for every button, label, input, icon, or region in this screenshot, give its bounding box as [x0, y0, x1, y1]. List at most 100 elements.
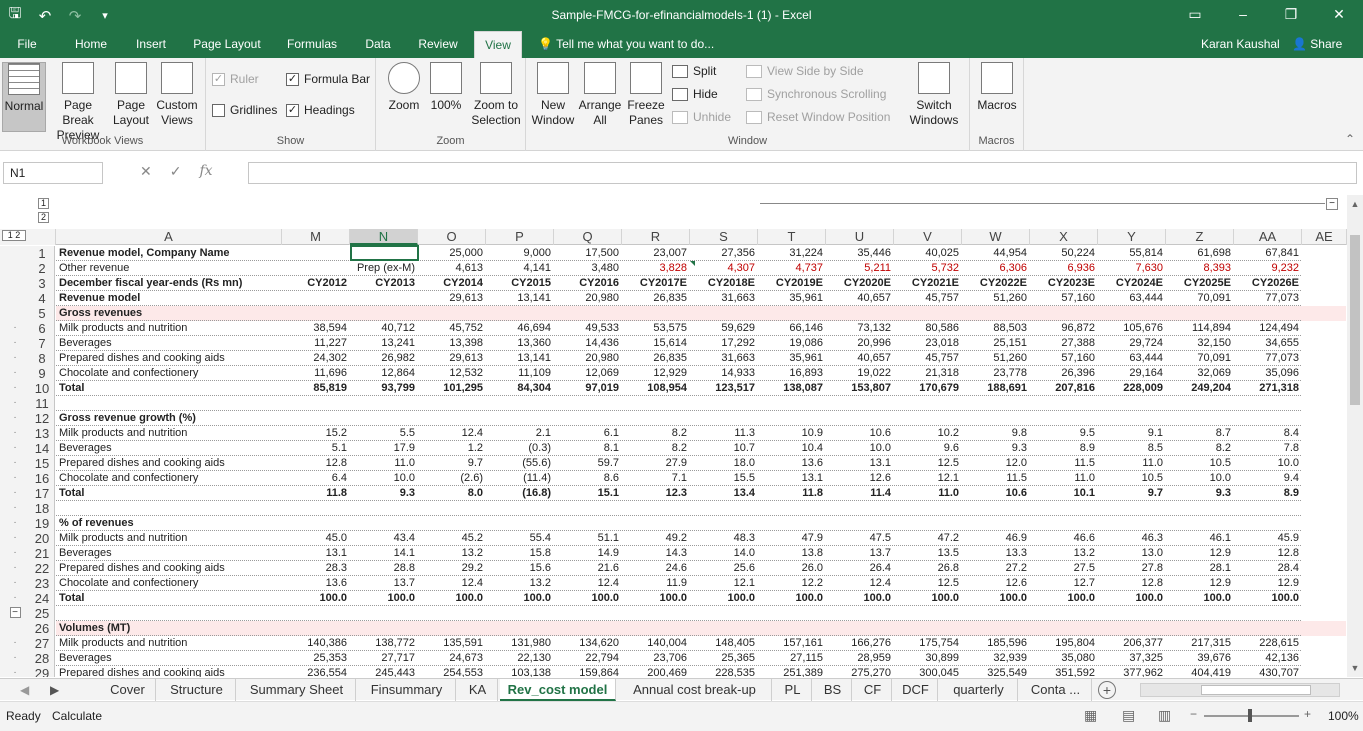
- cell-w21[interactable]: 13.3: [962, 546, 1030, 561]
- cell-v7[interactable]: 23,018: [894, 336, 962, 351]
- row-label[interactable]: Beverages: [56, 546, 282, 561]
- cell-w10[interactable]: 188,691: [962, 381, 1030, 396]
- cell-r17[interactable]: 12.3: [622, 486, 690, 501]
- cell-w17[interactable]: 10.6: [962, 486, 1030, 501]
- sheet-tab-summary-sheet[interactable]: Summary Sheet: [238, 679, 356, 701]
- row-header[interactable]: 11: [30, 396, 55, 411]
- cell-x24[interactable]: 100.0: [1030, 591, 1098, 606]
- cell-p23[interactable]: 13.2: [486, 576, 554, 591]
- cell-x4[interactable]: 57,160: [1030, 291, 1098, 306]
- cell-w9[interactable]: 23,778: [962, 366, 1030, 381]
- page-layout-status-icon[interactable]: ▤: [1122, 707, 1135, 724]
- cell-v4[interactable]: 45,757: [894, 291, 962, 306]
- cell-s2[interactable]: 4,307: [690, 261, 758, 276]
- row-header[interactable]: 17: [30, 486, 55, 501]
- cell-n21[interactable]: 14.1: [350, 546, 418, 561]
- cell-m13[interactable]: 15.2: [282, 426, 350, 441]
- cell-r3[interactable]: CY2017E: [622, 276, 690, 291]
- cell-t2[interactable]: 4,737: [758, 261, 826, 276]
- cell-p24[interactable]: 100.0: [486, 591, 554, 606]
- share-button[interactable]: 👤 Share: [1292, 31, 1342, 58]
- cell-o24[interactable]: 100.0: [418, 591, 486, 606]
- cell-aa8[interactable]: 77,073: [1234, 351, 1302, 366]
- cell-o17[interactable]: 8.0: [418, 486, 486, 501]
- headings-checkbox[interactable]: ✓ Headings: [286, 103, 355, 117]
- row-label[interactable]: Milk products and nutrition: [56, 636, 282, 651]
- cell-q22[interactable]: 21.6: [554, 561, 622, 576]
- cell-aa13[interactable]: 8.4: [1234, 426, 1302, 441]
- cell-t3[interactable]: CY2019E: [758, 276, 826, 291]
- row-label[interactable]: Milk products and nutrition: [56, 426, 282, 441]
- hide-button[interactable]: Hide: [672, 87, 718, 101]
- cell-o1[interactable]: 25,000: [418, 246, 486, 261]
- row-header[interactable]: 10: [30, 381, 55, 396]
- cell-y13[interactable]: 9.1: [1098, 426, 1166, 441]
- cell-q29[interactable]: 159,864: [554, 666, 622, 677]
- horizontal-scrollbar[interactable]: [1140, 683, 1340, 697]
- cell-o8[interactable]: 29,613: [418, 351, 486, 366]
- cell-q4[interactable]: 20,980: [554, 291, 622, 306]
- cell-p20[interactable]: 55.4: [486, 531, 554, 546]
- cell-y6[interactable]: 105,676: [1098, 321, 1166, 336]
- cell-x3[interactable]: CY2023E: [1030, 276, 1098, 291]
- cell-z10[interactable]: 249,204: [1166, 381, 1234, 396]
- cell-n8[interactable]: 26,982: [350, 351, 418, 366]
- row-header[interactable]: 15: [30, 456, 55, 471]
- synchronous-scrolling-button[interactable]: Synchronous Scrolling: [746, 87, 886, 101]
- cell-n17[interactable]: 9.3: [350, 486, 418, 501]
- column-header-a[interactable]: A: [56, 229, 282, 245]
- ruler-checkbox[interactable]: ✓ Ruler: [212, 72, 259, 86]
- cell-r2[interactable]: 3,828: [622, 261, 690, 276]
- column-header-w[interactable]: W: [962, 229, 1030, 245]
- cell-x14[interactable]: 8.9: [1030, 441, 1098, 456]
- cell-m21[interactable]: 13.1: [282, 546, 350, 561]
- custom-views-button[interactable]: Custom Views: [152, 62, 202, 128]
- sheet-tab-cover[interactable]: Cover: [100, 679, 156, 701]
- cell-y2[interactable]: 7,630: [1098, 261, 1166, 276]
- cell-u20[interactable]: 47.5: [826, 531, 894, 546]
- macros-button[interactable]: Macros: [974, 62, 1020, 113]
- column-header-p[interactable]: P: [486, 229, 554, 245]
- cell-v14[interactable]: 9.6: [894, 441, 962, 456]
- row-label[interactable]: Other revenue: [56, 261, 282, 276]
- row-label[interactable]: Milk products and nutrition: [56, 321, 282, 336]
- cell-m15[interactable]: 12.8: [282, 456, 350, 471]
- cell-r29[interactable]: 200,469: [622, 666, 690, 677]
- cell-aa6[interactable]: 124,494: [1234, 321, 1302, 336]
- cell-n10[interactable]: 93,799: [350, 381, 418, 396]
- cell-m28[interactable]: 25,353: [282, 651, 350, 666]
- cell-x15[interactable]: 11.5: [1030, 456, 1098, 471]
- cell-s10[interactable]: 123,517: [690, 381, 758, 396]
- sheet-tab-quarterly[interactable]: quarterly: [940, 679, 1018, 701]
- cell-v6[interactable]: 80,586: [894, 321, 962, 336]
- cell-s22[interactable]: 25.6: [690, 561, 758, 576]
- cell-n27[interactable]: 138,772: [350, 636, 418, 651]
- cell-o6[interactable]: 45,752: [418, 321, 486, 336]
- cell-x7[interactable]: 27,388: [1030, 336, 1098, 351]
- cell-y23[interactable]: 12.8: [1098, 576, 1166, 591]
- column-header-v[interactable]: V: [894, 229, 962, 245]
- column-header-t[interactable]: T: [758, 229, 826, 245]
- cell-aa29[interactable]: 430,707: [1234, 666, 1302, 677]
- cell-p14[interactable]: (0.3): [486, 441, 554, 456]
- cell-s6[interactable]: 59,629: [690, 321, 758, 336]
- column-header-ae[interactable]: AE: [1302, 229, 1347, 245]
- cell-s1[interactable]: 27,356: [690, 246, 758, 261]
- formula-bar-checkbox[interactable]: ✓ Formula Bar: [286, 72, 370, 86]
- cell-t13[interactable]: 10.9: [758, 426, 826, 441]
- cell-z23[interactable]: 12.9: [1166, 576, 1234, 591]
- row-label[interactable]: Beverages: [56, 651, 282, 666]
- cell-q16[interactable]: 8.6: [554, 471, 622, 486]
- row-label[interactable]: Gross revenue growth (%): [56, 411, 282, 426]
- cell-r20[interactable]: 49.2: [622, 531, 690, 546]
- row-header[interactable]: 24: [30, 591, 55, 606]
- cell-u29[interactable]: 275,270: [826, 666, 894, 677]
- row-header[interactable]: 23: [30, 576, 55, 591]
- sheet-tab-conta[interactable]: Conta ...: [1020, 679, 1092, 701]
- cell-n3[interactable]: CY2013: [350, 276, 418, 291]
- cell-t21[interactable]: 13.8: [758, 546, 826, 561]
- tab-insert[interactable]: Insert: [128, 31, 174, 58]
- cell-aa9[interactable]: 35,096: [1234, 366, 1302, 381]
- cell-r27[interactable]: 140,004: [622, 636, 690, 651]
- cell-v20[interactable]: 47.2: [894, 531, 962, 546]
